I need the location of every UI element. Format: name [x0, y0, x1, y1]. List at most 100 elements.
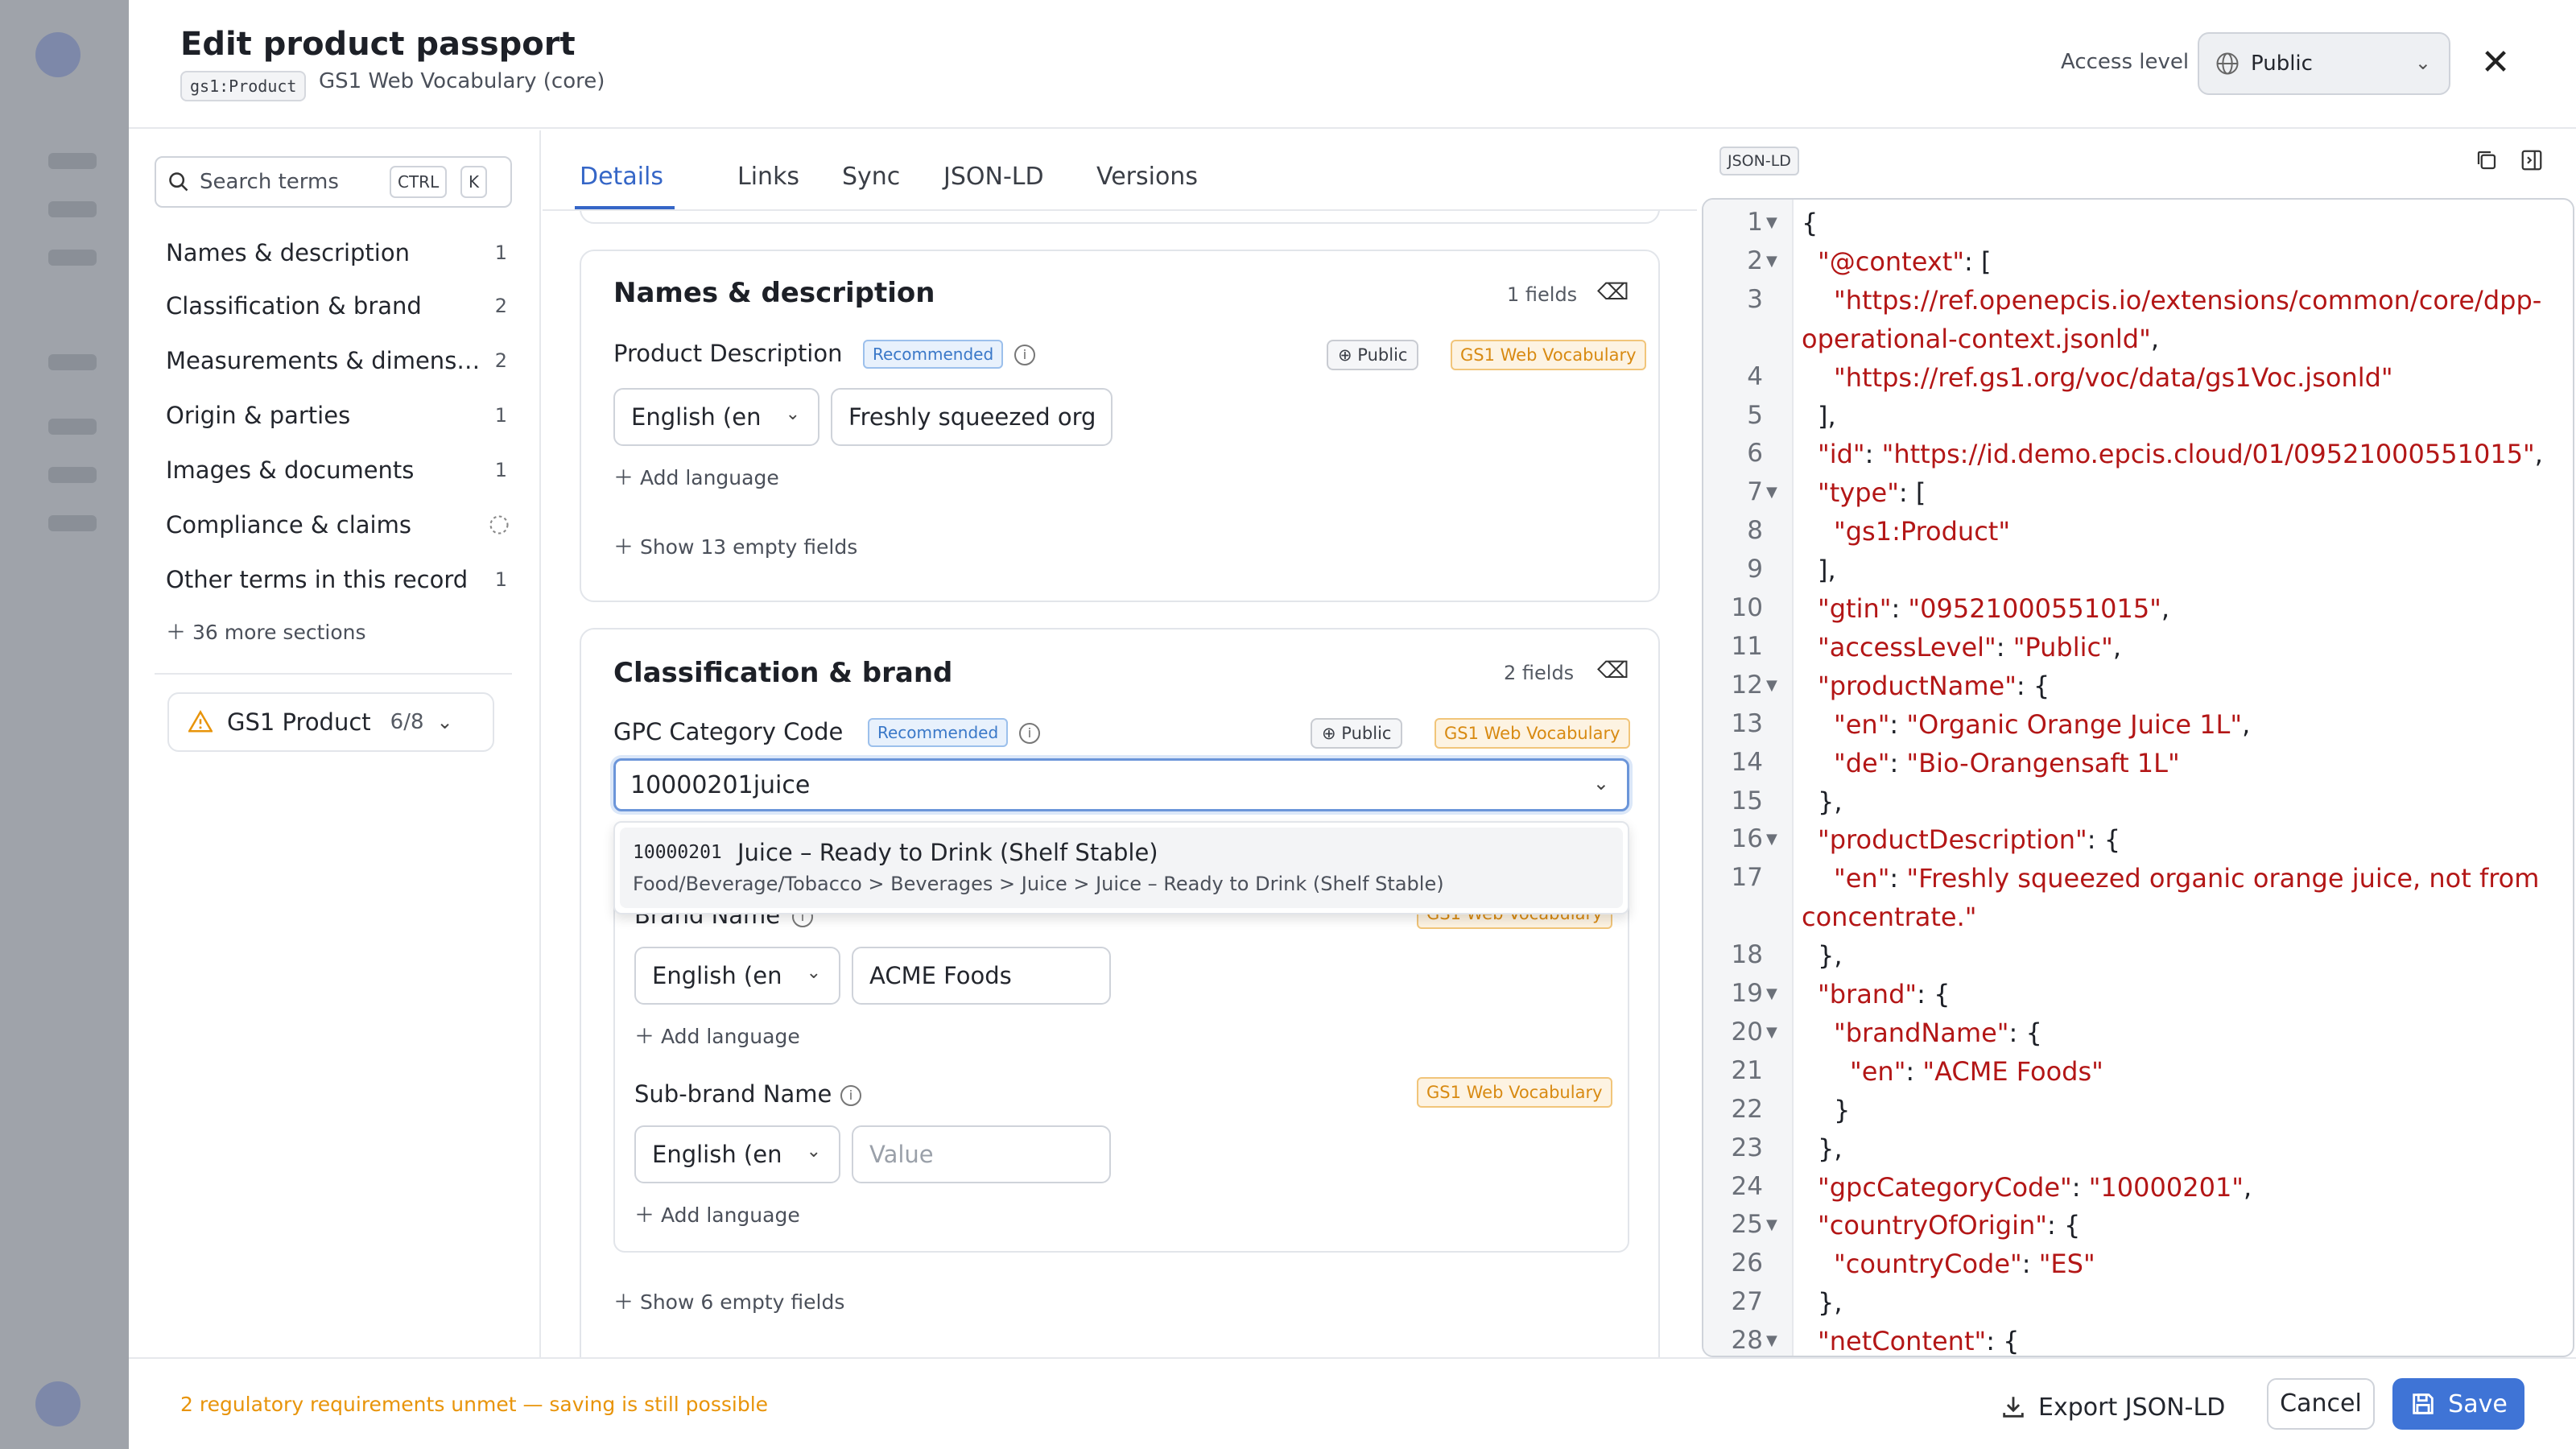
- sidebar-item-classification[interactable]: Classification & brand 2: [166, 283, 512, 328]
- chevron-down-icon: ⌄: [436, 711, 453, 733]
- add-language-button[interactable]: ＋ Add language: [634, 1021, 800, 1050]
- json-punct: ,: [2161, 593, 2170, 624]
- line-number: 4: [1747, 361, 1763, 391]
- tab-links[interactable]: Links: [737, 163, 799, 191]
- sidebar-item-names[interactable]: Names & description 1: [166, 230, 512, 275]
- fold-toggle-icon[interactable]: ▼: [1766, 677, 1777, 694]
- more-sections-button[interactable]: ＋ 36 more sections: [166, 617, 366, 646]
- json-string: "https://id.demo.epcis.cloud/01/09521000…: [1881, 439, 2535, 470]
- fold-toggle-icon[interactable]: ▼: [1766, 1216, 1777, 1233]
- tab-json-ld[interactable]: JSON-LD: [943, 163, 1044, 191]
- show-empty-fields-button[interactable]: ＋ Show 6 empty fields: [613, 1286, 844, 1315]
- gs1-product-validation[interactable]: GS1 Product 6/8 ⌄: [167, 692, 494, 752]
- search-input[interactable]: Search terms CTRL K: [155, 156, 512, 208]
- sidebar-item-other-terms[interactable]: Other terms in this record 1: [166, 557, 512, 602]
- sidebar-item-count: 1: [494, 459, 507, 481]
- json-string: "Organic Orange Juice 1L": [1906, 708, 2243, 740]
- json-key: "gtin": [1818, 593, 1892, 624]
- json-punct: :: [1905, 1055, 1923, 1087]
- sidebar-item-images[interactable]: Images & documents 1: [166, 448, 512, 493]
- public-badge-label: Public: [1357, 345, 1408, 365]
- clear-card-button[interactable]: ⌫: [1597, 279, 1629, 305]
- close-button[interactable]: ✕: [2473, 40, 2518, 85]
- gpc-combobox[interactable]: 10000201juice ⌄: [613, 758, 1629, 811]
- line-number: 22: [1731, 1094, 1763, 1124]
- sidebar-item-compliance[interactable]: Compliance & claims: [166, 502, 512, 547]
- copy-button[interactable]: [2475, 148, 2499, 179]
- code-line: "@context": [: [1818, 246, 1991, 277]
- code-line: },: [1818, 1133, 1843, 1164]
- line-number: 7: [1747, 477, 1763, 507]
- sidebar-item-count: 2: [494, 295, 507, 317]
- tab-sync[interactable]: Sync: [842, 163, 900, 191]
- info-icon[interactable]: i: [1014, 345, 1035, 365]
- code-line: "de": "Bio-Orangensaft 1L": [1834, 748, 2180, 778]
- fold-toggle-icon[interactable]: ▼: [1766, 1024, 1777, 1041]
- chevron-down-icon: ⌄: [785, 404, 800, 424]
- save-button[interactable]: Save: [2392, 1378, 2524, 1430]
- background-nav-bar: [48, 153, 97, 169]
- plus-icon: ＋: [634, 1203, 655, 1227]
- json-editor[interactable]: 1 ▼{2 ▼ "@context": [3 "https://ref.openepci…: [1702, 198, 2574, 1357]
- access-level-select[interactable]: Public ⌄: [2198, 32, 2450, 95]
- code-line: concentrate.": [1802, 902, 1976, 932]
- fold-toggle-icon[interactable]: ▼: [1766, 214, 1777, 231]
- add-language-button[interactable]: ＋ Add language: [613, 462, 779, 491]
- language-select[interactable]: English (en ⌄: [613, 388, 819, 446]
- export-json-ld-button[interactable]: Export JSON-LD: [2000, 1381, 2225, 1433]
- background-nav-bar: [48, 467, 97, 483]
- fold-toggle-icon[interactable]: ▼: [1766, 831, 1777, 848]
- show-empty-fields-button[interactable]: ＋ Show 13 empty fields: [613, 531, 857, 560]
- code-line: "countryCode": "ES": [1834, 1249, 2095, 1279]
- info-icon[interactable]: i: [1019, 723, 1040, 744]
- json-ld-panel: JSON-LD 1 ▼{2 ▼ "@context": [3 "https://ref.…: [1699, 130, 2576, 1357]
- sidebar-item-origin[interactable]: Origin & parties 1: [166, 393, 512, 438]
- vocabulary-subtitle: GS1 Web Vocabulary (core): [319, 69, 605, 93]
- plus-icon: ＋: [613, 1290, 634, 1314]
- line-number: 11: [1731, 631, 1763, 661]
- language-select[interactable]: English (en ⌄: [634, 1125, 840, 1183]
- section-sidebar: Search terms CTRL K Names & description 1…: [129, 130, 541, 1357]
- fold-toggle-icon[interactable]: ▼: [1766, 985, 1777, 1002]
- json-punct: ],: [1818, 400, 1836, 431]
- json-punct: },: [1818, 786, 1843, 817]
- gpc-option[interactable]: 10000201 Juice – Ready to Drink (Shelf S…: [620, 828, 1623, 908]
- fold-toggle-icon[interactable]: ▼: [1766, 253, 1777, 270]
- json-punct: ,: [2534, 439, 2543, 470]
- sidebar-item-measurements[interactable]: Measurements & dimens… 2: [166, 338, 512, 383]
- names-description-card: Names & description 1 fields ⌫ Product D…: [580, 250, 1660, 602]
- gpc-dropdown: 10000201 Juice – Ready to Drink (Shelf S…: [613, 821, 1629, 914]
- json-punct: {: [1802, 208, 1818, 238]
- line-number: 12: [1731, 670, 1763, 700]
- plus-icon: ＋: [613, 466, 634, 489]
- brand-name-input[interactable]: ACME Foods: [852, 947, 1111, 1005]
- info-icon[interactable]: i: [840, 1085, 861, 1106]
- json-string: "ES": [2038, 1249, 2095, 1280]
- line-number: 8: [1747, 516, 1763, 546]
- json-punct: : [: [1964, 246, 1992, 277]
- code-line: "productName": {: [1818, 671, 2050, 701]
- description-input[interactable]: Freshly squeezed org: [831, 388, 1113, 446]
- brand-group: Brand Name i GS1 Web Vocabulary English …: [613, 879, 1629, 1253]
- fold-toggle-icon[interactable]: ▼: [1766, 484, 1777, 501]
- code-line: "accessLevel": "Public",: [1818, 632, 2121, 663]
- tab-versions[interactable]: Versions: [1096, 163, 1198, 191]
- toggle-panel-button[interactable]: [2520, 148, 2544, 179]
- code-line: "productDescription": {: [1818, 824, 2120, 855]
- json-punct: : {: [2016, 670, 2050, 701]
- sub-brand-input[interactable]: Value: [852, 1125, 1111, 1183]
- globe-icon: [2216, 52, 2239, 75]
- language-select[interactable]: English (en ⌄: [634, 947, 840, 1005]
- add-language-button[interactable]: ＋ Add language: [634, 1199, 800, 1228]
- line-number: 1: [1747, 208, 1763, 237]
- code-line: "brandName": {: [1834, 1018, 2042, 1048]
- option-name: Juice – Ready to Drink (Shelf Stable): [737, 839, 1158, 866]
- code-line: "brand": {: [1818, 979, 1950, 1009]
- tab-details[interactable]: Details: [580, 163, 663, 191]
- json-punct: : [: [1898, 477, 1926, 509]
- cancel-button[interactable]: Cancel: [2267, 1378, 2375, 1430]
- export-label: Export JSON-LD: [2038, 1393, 2226, 1422]
- clear-card-button[interactable]: ⌫: [1597, 657, 1629, 683]
- fold-toggle-icon[interactable]: ▼: [1766, 1332, 1777, 1349]
- json-punct: ,: [2112, 631, 2121, 663]
